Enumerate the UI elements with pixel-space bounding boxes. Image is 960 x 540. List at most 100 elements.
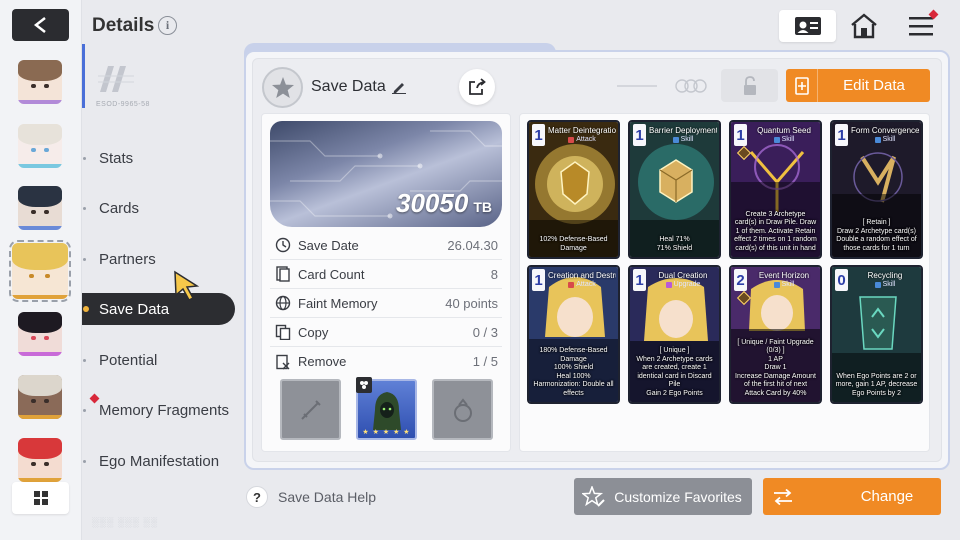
deck-card[interactable]: 1 Dual Creation Upgrade [ Unique ] When … <box>628 265 721 404</box>
card-type-label: Skill <box>781 281 795 288</box>
card-type: Skill <box>851 281 919 288</box>
bullet-icon <box>83 207 86 210</box>
mouse-cursor-icon <box>174 270 200 301</box>
ring-icon <box>453 397 472 422</box>
card-description: [ Retain ] Draw 2 Archetype card(s) Doub… <box>836 219 917 252</box>
partner-tag-icon <box>356 377 372 393</box>
change-label: Change <box>860 488 914 505</box>
card-cost: 2 <box>734 269 747 291</box>
stat-row-card-count: Card Count 8 <box>270 260 502 289</box>
upgrade-type-icon <box>665 281 672 288</box>
share-button[interactable] <box>459 69 495 105</box>
emblem-logo-icon <box>98 66 134 92</box>
menu-item-cards[interactable]: Cards <box>82 192 235 224</box>
card-description: [ Unique ] When 2 Archetype cards are cr… <box>636 347 713 397</box>
help-label: Save Data Help <box>278 489 377 505</box>
help-icon: ? <box>246 486 268 508</box>
customize-favorites-button[interactable]: Customize Favorites <box>574 478 752 515</box>
menu-item-save-data[interactable]: Save Data <box>82 293 235 325</box>
card-type-label: Skill <box>781 136 795 143</box>
weapon-slot[interactable] <box>280 379 341 440</box>
deck-card[interactable]: 1 Barrier Deployment Skill Heal 71% 71% … <box>628 120 721 259</box>
lock-button[interactable] <box>721 69 778 102</box>
stat-row-remove: Remove 1 / 5 <box>270 347 502 376</box>
deck-card[interactable]: 1 Creation and Destruction Attack 180% D… <box>527 265 620 404</box>
card-type: Skill <box>851 136 919 143</box>
stat-value: 0 / 3 <box>472 324 498 340</box>
card-cost: 1 <box>532 269 545 291</box>
card-type-label: Attack <box>576 136 596 143</box>
profile-card-button[interactable] <box>779 10 836 42</box>
back-button[interactable] <box>12 9 69 41</box>
character-avatar[interactable] <box>18 312 62 356</box>
deck-card[interactable]: 1 Form Convergence Skill [ Retain ] Draw… <box>830 120 923 259</box>
share-icon <box>469 78 486 95</box>
menu-item-label: Stats <box>99 149 134 167</box>
character-avatar[interactable] <box>18 124 62 168</box>
emblem-code: ESOD-9965-58 <box>96 101 150 108</box>
grid-icon <box>33 491 48 505</box>
edit-document-icon <box>786 69 818 102</box>
home-button[interactable] <box>846 10 882 42</box>
back-arrow-icon <box>33 17 46 33</box>
remove-icon <box>272 353 294 371</box>
id-card-icon <box>794 17 821 35</box>
bullet-icon <box>83 359 86 362</box>
stat-label: Card Count <box>298 266 365 282</box>
change-button[interactable]: Change <box>763 478 941 515</box>
clock-icon <box>272 236 294 254</box>
character-avatar[interactable] <box>18 186 62 230</box>
character-avatar[interactable] <box>18 438 62 482</box>
skill-type-icon <box>874 136 881 143</box>
card-cost: 1 <box>532 124 545 146</box>
accessory-slot[interactable] <box>432 379 493 440</box>
stat-label: Remove <box>298 354 347 369</box>
card-description: 102% Defense-Based Damage <box>539 236 608 252</box>
menu-item-stats[interactable]: Stats <box>82 142 235 174</box>
character-avatar[interactable] <box>18 375 62 419</box>
stat-value: 26.04.30 <box>447 237 498 253</box>
card-type-label: Skill <box>882 136 896 143</box>
deck-card[interactable]: 0 Recycling Skill When Ego Points are 2 … <box>830 265 923 404</box>
sword-icon <box>300 399 321 420</box>
edit-data-label: Edit Data <box>843 77 905 94</box>
menu-item-memory-fragments[interactable]: Memory Fragments <box>82 394 235 426</box>
pencil-icon[interactable] <box>391 80 407 94</box>
menu-item-potential[interactable]: Potential <box>82 344 235 376</box>
save-data-title: Save Data <box>311 78 386 95</box>
grid-view-button[interactable] <box>12 482 69 514</box>
star-edit-icon <box>574 485 614 508</box>
menu-item-partners[interactable]: Partners <box>82 243 235 275</box>
bullet-icon <box>83 306 89 312</box>
menu-item-label: Potential <box>99 351 158 369</box>
hamburger-menu-icon <box>909 17 933 36</box>
character-avatar-selected[interactable] <box>9 240 71 302</box>
deck-card[interactable]: 2 Event Horizon Skill [ Unique / Faint U… <box>729 265 822 404</box>
save-data-help-link[interactable]: ? Save Data Help <box>246 486 376 508</box>
stat-value: 8 <box>490 266 498 282</box>
character-avatar[interactable] <box>18 60 62 104</box>
card-cost: 1 <box>835 124 848 146</box>
partner-slot[interactable]: ★ ★ ★ ★ ★ <box>356 377 417 440</box>
rarity-stars: ★ ★ ★ ★ ★ <box>362 429 411 436</box>
card-name: Event Horizon <box>758 271 810 280</box>
bullet-icon <box>83 460 86 463</box>
stat-row-copy: Copy 0 / 3 <box>270 318 502 347</box>
faint-brand-logo-icon <box>617 79 707 93</box>
bullet-icon <box>83 258 86 261</box>
menu-item-label: Partners <box>99 250 156 268</box>
card-description: 180% Defense-Based Damage 100% Shield He… <box>533 347 614 397</box>
card-description: When Ego Points are 2 or more, gain 1 AP… <box>835 372 918 397</box>
card-type: Attack <box>548 281 616 288</box>
star-icon <box>271 76 294 98</box>
skill-type-icon <box>874 281 881 288</box>
info-icon[interactable]: i <box>158 16 177 35</box>
menu-item-ego-manifestation[interactable]: Ego Manifestation <box>82 445 235 477</box>
deck-card[interactable]: 1 Matter Deintegration Attack 102% Defen… <box>527 120 620 259</box>
page-title: Details <box>92 15 155 36</box>
tb-amount: 30050 TB <box>396 188 492 219</box>
card-name: Barrier Deployment <box>649 126 717 135</box>
card-type: Skill <box>750 281 818 288</box>
edit-data-button[interactable]: Edit Data <box>786 69 930 102</box>
deck-card[interactable]: 1 Quantum Seed Skill Create 3 Archetype … <box>729 120 822 259</box>
